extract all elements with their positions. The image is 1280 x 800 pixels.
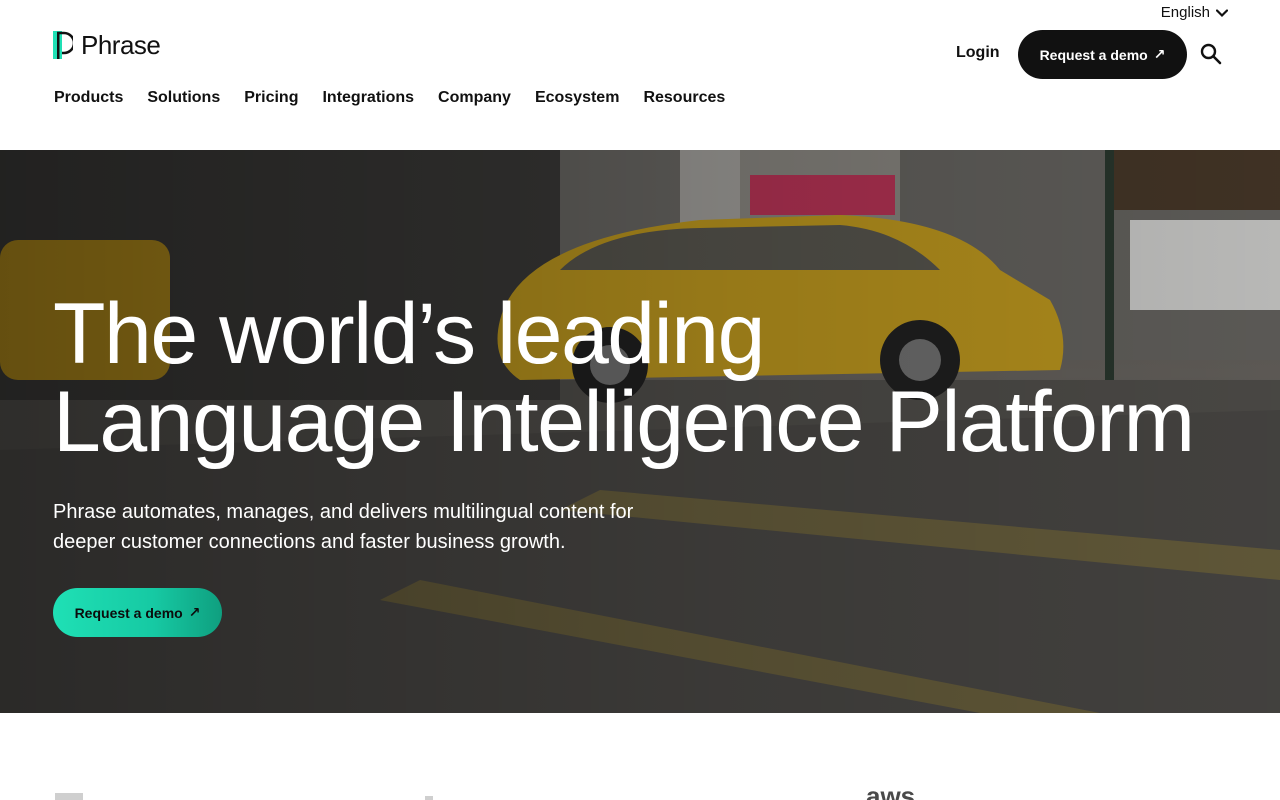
site-header: English Phrase Products Solutions Pricin…: [0, 0, 1280, 150]
hero-request-demo-label: Request a demo: [74, 604, 183, 621]
logo-wordmark: Phrase: [81, 30, 161, 60]
chevron-down-icon: [1216, 8, 1228, 17]
language-selector[interactable]: English: [1161, 4, 1228, 21]
nav-item-pricing[interactable]: Pricing: [244, 89, 298, 107]
customer-logos-strip: aws: [0, 713, 1280, 800]
header-request-demo-button[interactable]: Request a demo ↗: [1018, 30, 1187, 79]
hero-subcopy: Phrase automates, manages, and delivers …: [53, 501, 634, 553]
arrow-up-right-icon: ↗: [188, 604, 201, 620]
hero-headline-line1: The world’s leading: [53, 286, 765, 382]
hero-section: The world’s leading Language Intelligenc…: [0, 150, 1280, 713]
hero-headline: The world’s leading Language Intelligenc…: [53, 290, 1195, 466]
hero-headline-line2: Language Intelligence Platform: [53, 374, 1195, 470]
main-nav: Products Solutions Pricing Integrations …: [54, 89, 725, 107]
search-icon[interactable]: [1200, 43, 1222, 65]
nav-item-solutions[interactable]: Solutions: [147, 89, 220, 107]
nav-item-integrations[interactable]: Integrations: [322, 89, 414, 107]
phrase-logo-icon: [53, 30, 73, 59]
hero-request-demo-button[interactable]: Request a demo ↗: [53, 588, 222, 637]
nav-item-resources[interactable]: Resources: [643, 89, 725, 107]
aws-logo: aws: [866, 781, 916, 800]
customer-logo-fragment: [55, 793, 83, 800]
header-request-demo-label: Request a demo: [1039, 46, 1148, 63]
customer-logo-fragment: [425, 796, 433, 800]
nav-item-ecosystem[interactable]: Ecosystem: [535, 89, 620, 107]
nav-item-products[interactable]: Products: [54, 89, 123, 107]
phrase-logo[interactable]: Phrase: [53, 30, 161, 61]
nav-item-company[interactable]: Company: [438, 89, 511, 107]
language-label: English: [1160, 4, 1210, 21]
login-link[interactable]: Login: [956, 44, 1000, 62]
arrow-up-right-icon: ↗: [1153, 46, 1166, 62]
